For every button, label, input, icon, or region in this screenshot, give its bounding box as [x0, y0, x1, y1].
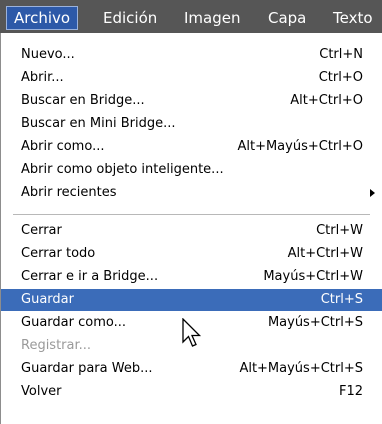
menu-bar: Archivo Edición Imagen Capa Texto [0, 0, 382, 33]
menu-item-label: Volver [21, 384, 62, 399]
menu-item-shortcut: Alt+Mayús+Ctrl+O [237, 139, 363, 154]
menu-item-abrir[interactable]: Abrir... Ctrl+O [1, 67, 382, 89]
menu-item-label: Buscar en Bridge... [21, 93, 145, 108]
menu-item-abrir-recientes[interactable]: Abrir recientes [1, 182, 382, 204]
mouse-pointer-icon [182, 318, 202, 347]
archivo-dropdown-menu: Nuevo... Ctrl+N Abrir... Ctrl+O Buscar e… [0, 33, 382, 424]
menu-item-label: Nuevo... [21, 47, 75, 62]
menu-item-shortcut: Alt+Ctrl+W [287, 246, 363, 261]
menu-item-label: Guardar [21, 292, 74, 307]
menu-edicion[interactable]: Edición [103, 6, 157, 30]
menu-item-shortcut: Alt+Ctrl+O [290, 93, 363, 108]
menu-item-label: Guardar como... [21, 315, 126, 330]
menu-item-nuevo[interactable]: Nuevo... Ctrl+N [1, 44, 382, 66]
menu-item-cerrar[interactable]: Cerrar Ctrl+W [1, 220, 382, 242]
menu-item-label: Abrir recientes [21, 185, 117, 200]
chevron-right-icon [370, 189, 375, 197]
menu-item-label: Abrir... [21, 70, 64, 85]
menu-item-label: Abrir como objeto inteligente... [21, 162, 224, 177]
menu-item-label: Buscar en Mini Bridge... [21, 116, 176, 131]
menu-item-label: Guardar para Web... [21, 361, 153, 376]
menu-item-guardar-para-web[interactable]: Guardar para Web... Alt+Mayús+Ctrl+S [1, 358, 382, 380]
menu-item-label: Cerrar todo [21, 246, 96, 261]
menu-archivo[interactable]: Archivo [6, 6, 79, 30]
menu-item-shortcut: F12 [338, 384, 363, 399]
menu-item-label: Cerrar e ir a Bridge... [21, 269, 159, 284]
menu-item-volver[interactable]: Volver F12 [1, 381, 382, 403]
menu-item-label: Abrir como... [21, 139, 105, 154]
menu-item-shortcut: Alt+Mayús+Ctrl+S [239, 361, 363, 376]
menu-item-shortcut: Ctrl+O [318, 70, 363, 85]
menu-item-buscar-en-mini-bridge[interactable]: Buscar en Mini Bridge... [1, 113, 382, 135]
menu-item-shortcut: Mayús+Ctrl+W [263, 269, 363, 284]
menu-item-shortcut: Mayús+Ctrl+S [267, 315, 363, 330]
menu-item-label: Cerrar [21, 223, 62, 238]
menu-separator [13, 214, 370, 215]
menu-capa[interactable]: Capa [268, 6, 306, 30]
menu-item-abrir-como-objeto-inteligente[interactable]: Abrir como objeto inteligente... [1, 159, 382, 181]
menu-texto[interactable]: Texto [333, 6, 373, 30]
menu-item-guardar[interactable]: Guardar Ctrl+S [1, 289, 382, 311]
menu-item-shortcut: Ctrl+N [319, 47, 363, 62]
menu-item-shortcut: Ctrl+S [320, 292, 363, 307]
menu-item-cerrar-e-ir-a-bridge[interactable]: Cerrar e ir a Bridge... Mayús+Ctrl+W [1, 266, 382, 288]
menu-imagen[interactable]: Imagen [184, 6, 240, 30]
menu-item-abrir-como[interactable]: Abrir como... Alt+Mayús+Ctrl+O [1, 136, 382, 158]
menu-item-buscar-en-bridge[interactable]: Buscar en Bridge... Alt+Ctrl+O [1, 90, 382, 112]
menu-item-shortcut: Ctrl+W [316, 223, 363, 238]
menu-item-cerrar-todo[interactable]: Cerrar todo Alt+Ctrl+W [1, 243, 382, 265]
menu-item-label: Registrar... [21, 338, 92, 353]
